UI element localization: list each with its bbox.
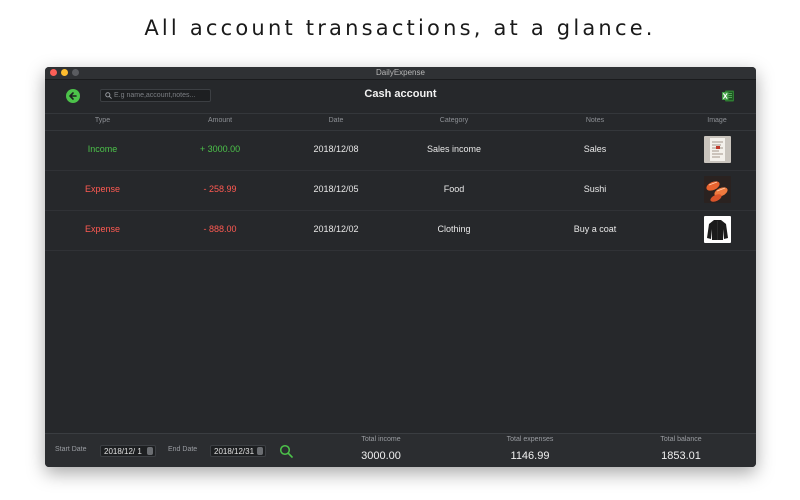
row-notes: Sales	[583, 144, 607, 154]
total-expenses-label: Total expenses	[506, 436, 554, 443]
table-row[interactable]: Expense - 888.00 2018/12/02 Clothing Buy…	[45, 210, 756, 251]
header-category[interactable]: Category	[405, 117, 503, 124]
sushi-image-icon	[704, 176, 731, 203]
row-category: Sales income	[426, 144, 482, 154]
coat-image-icon	[704, 216, 731, 243]
search-icon	[279, 444, 293, 458]
header-date[interactable]: Date	[295, 117, 377, 124]
window-title: DailyExpense	[376, 68, 425, 77]
row-type: Expense	[84, 184, 121, 194]
start-date-label: Start Date	[55, 446, 87, 453]
end-date-value: 2018/12/31	[214, 447, 255, 456]
end-date-label: End Date	[168, 446, 198, 453]
start-date-picker[interactable]: 2018/12/ 1	[100, 445, 156, 457]
receipt-image-thumbnail[interactable]	[704, 136, 731, 163]
marketing-headline: All account transactions, at a glance.	[144, 16, 656, 40]
total-balance-value: 1853.01	[661, 450, 701, 462]
row-date: 2018/12/08	[313, 144, 359, 154]
total-income-label: Total income	[361, 436, 401, 443]
start-date-stepper[interactable]	[147, 447, 153, 455]
header-amount[interactable]: Amount	[175, 117, 265, 124]
title-bar: DailyExpense	[45, 67, 756, 80]
filter-search-button[interactable]	[279, 444, 293, 463]
end-date-picker[interactable]: 2018/12/31	[210, 445, 266, 457]
row-type: Expense	[84, 224, 121, 234]
total-expenses-value: 1146.99	[510, 450, 550, 462]
row-notes: Buy a coat	[573, 224, 617, 234]
summary-footer: Start Date 2018/12/ 1 End Date 2018/12/3…	[45, 433, 756, 467]
row-type: Income	[87, 144, 118, 154]
table-row[interactable]: Expense - 258.99 2018/12/05 Food Sushi	[45, 170, 756, 211]
toolbar: Cash account	[45, 80, 756, 112]
row-amount: - 888.00	[203, 224, 237, 234]
sushi-image-thumbnail[interactable]	[704, 176, 731, 203]
row-date: 2018/12/05	[313, 184, 359, 194]
table-header: Type Amount Date Category Notes Image	[45, 113, 756, 131]
header-notes[interactable]: Notes	[535, 117, 655, 124]
total-balance-label: Total balance	[660, 436, 702, 443]
start-date-value: 2018/12/ 1	[104, 447, 142, 456]
coat-image-thumbnail[interactable]	[704, 216, 731, 243]
app-window: DailyExpense Cash account T	[45, 67, 756, 467]
row-date: 2018/12/02	[313, 224, 359, 234]
row-category: Food	[443, 184, 465, 194]
header-type[interactable]: Type	[60, 117, 145, 124]
total-income-value: 3000.00	[361, 450, 401, 462]
excel-icon	[722, 90, 734, 102]
end-date-stepper[interactable]	[257, 447, 263, 455]
header-image[interactable]: Image	[695, 117, 739, 124]
export-excel-button[interactable]	[721, 89, 735, 103]
table-row[interactable]: Income + 3000.00 2018/12/08 Sales income…	[45, 130, 756, 171]
row-notes: Sushi	[583, 184, 607, 194]
row-amount: + 3000.00	[199, 144, 241, 154]
row-amount: - 258.99	[203, 184, 237, 194]
receipt-image-icon	[704, 136, 731, 163]
row-category: Clothing	[437, 224, 471, 234]
page-title: Cash account	[364, 88, 437, 100]
